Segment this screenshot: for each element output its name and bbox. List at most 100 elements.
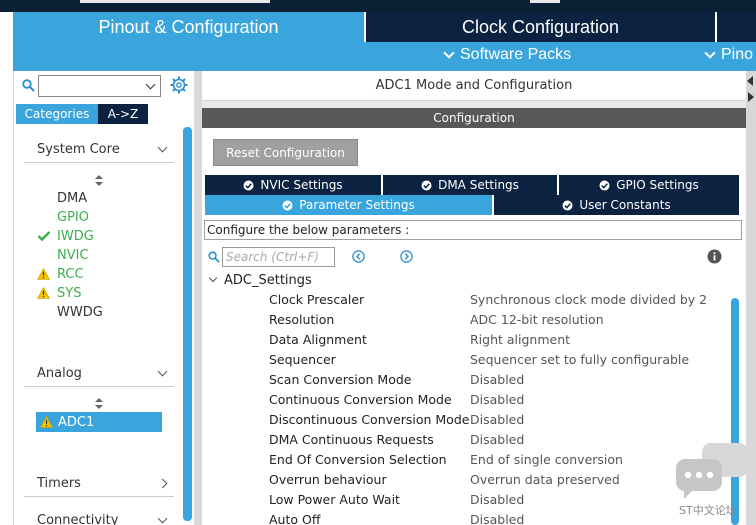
configuration-header: Configuration bbox=[202, 108, 746, 128]
parameter-row[interactable]: Auto Off Disabled bbox=[202, 510, 732, 525]
peripheral-label: IWDG bbox=[57, 228, 94, 244]
parameter-name: Overrun behaviour bbox=[269, 472, 387, 487]
parameter-value[interactable]: Disabled bbox=[470, 372, 524, 387]
chevron-down-icon bbox=[704, 46, 716, 59]
search-icon[interactable] bbox=[208, 251, 220, 263]
parameter-row[interactable]: Sequencer Sequencer set to fully configur… bbox=[202, 350, 732, 370]
warning-icon bbox=[39, 416, 54, 428]
tab-a-z[interactable]: A->Z bbox=[98, 104, 148, 124]
warning-icon bbox=[36, 267, 51, 281]
group-timers[interactable]: Timers bbox=[24, 471, 174, 497]
tab-pinout-configuration[interactable]: Pinout & Configuration bbox=[13, 12, 364, 42]
peripheral-item-rcc[interactable]: RCC bbox=[36, 265, 84, 283]
window-top-strip bbox=[0, 0, 756, 12]
parameter-value[interactable]: ADC 12-bit resolution bbox=[470, 312, 604, 327]
parameter-name: End Of Conversion Selection bbox=[269, 452, 447, 467]
parameter-row[interactable]: Continuous Conversion Mode Disabled bbox=[202, 390, 732, 410]
parameter-row[interactable]: Data Alignment Right alignment bbox=[202, 330, 732, 350]
search-icon[interactable] bbox=[22, 79, 35, 92]
parameter-row[interactable]: Resolution ADC 12-bit resolution bbox=[202, 310, 732, 330]
mode-configuration-panel: ADC1 Mode and Configuration Configuratio… bbox=[202, 71, 746, 525]
expand-right-icon[interactable] bbox=[748, 92, 754, 102]
parameter-value[interactable]: Disabled bbox=[470, 512, 524, 525]
group-system-core[interactable]: System Core bbox=[24, 137, 174, 163]
parameter-row[interactable]: Discontinuous Conversion Mode Disabled bbox=[202, 410, 732, 430]
check-circle-icon bbox=[421, 180, 432, 190]
check-circle-icon bbox=[599, 180, 610, 190]
pinout-menu[interactable]: Pino bbox=[704, 46, 753, 64]
parameter-row[interactable]: Scan Conversion Mode Disabled bbox=[202, 370, 732, 390]
configure-parameters-label: Configure the below parameters : bbox=[204, 220, 742, 240]
warning-icon bbox=[36, 286, 51, 300]
parameter-row[interactable]: Overrun behaviour Overrun data preserved bbox=[202, 470, 732, 490]
peripheral-label: SYS bbox=[57, 285, 82, 301]
tab-gpio-settings[interactable]: GPIO Settings bbox=[559, 175, 739, 195]
peripheral-item-nvic[interactable]: NVIC bbox=[36, 246, 89, 264]
parameter-value[interactable]: Sequencer set to fully configurable bbox=[470, 352, 689, 367]
collapse-left-icon[interactable] bbox=[747, 76, 753, 86]
parameter-name: Continuous Conversion Mode bbox=[269, 392, 452, 407]
next-result-icon[interactable] bbox=[400, 250, 413, 263]
status-placeholder bbox=[36, 210, 51, 224]
info-icon[interactable] bbox=[707, 249, 722, 264]
parameter-row[interactable]: End Of Conversion Selection End of single… bbox=[202, 450, 732, 470]
parameter-name: Scan Conversion Mode bbox=[269, 372, 412, 387]
reset-configuration-button[interactable]: Reset Configuration bbox=[213, 139, 358, 166]
category-tabs: Categories A->Z bbox=[16, 104, 148, 124]
tab-label: GPIO Settings bbox=[616, 178, 699, 192]
tab-clock-configuration[interactable]: Clock Configuration bbox=[366, 12, 715, 42]
tab-nvic-settings[interactable]: NVIC Settings bbox=[205, 175, 381, 195]
tab-label: NVIC Settings bbox=[260, 178, 343, 192]
peripheral-item-gpio[interactable]: GPIO bbox=[36, 208, 89, 226]
parameter-search-input[interactable]: Search (Ctrl+F) bbox=[222, 247, 335, 267]
parameter-value[interactable]: Disabled bbox=[470, 492, 524, 507]
parameter-row[interactable]: Low Power Auto Wait Disabled bbox=[202, 490, 732, 510]
peripheral-search-combo[interactable] bbox=[38, 75, 161, 97]
tab-categories[interactable]: Categories bbox=[16, 104, 98, 124]
peripheral-item-sys[interactable]: SYS bbox=[36, 284, 81, 302]
peripheral-label: DMA bbox=[57, 190, 88, 206]
chevron-down-icon bbox=[157, 513, 168, 524]
group-connectivity[interactable]: Connectivity bbox=[24, 508, 174, 525]
sort-icon[interactable] bbox=[95, 175, 103, 187]
peripheral-item-wwdg[interactable]: WWDG bbox=[36, 303, 103, 321]
peripheral-label: WWDG bbox=[57, 304, 103, 320]
parameter-name: Clock Prescaler bbox=[269, 292, 365, 307]
parameter-value[interactable]: Right alignment bbox=[470, 332, 570, 347]
peripheral-item-dma[interactable]: DMA bbox=[36, 189, 87, 207]
panel-splitter[interactable] bbox=[194, 71, 202, 525]
parameter-row[interactable]: Clock Prescaler Synchronous clock mode di… bbox=[202, 290, 732, 310]
peripheral-label: ADC1 bbox=[58, 414, 95, 430]
parameter-row[interactable]: DMA Continuous Requests Disabled bbox=[202, 430, 732, 450]
parameter-name: DMA Continuous Requests bbox=[269, 432, 434, 447]
parameter-value[interactable]: Disabled bbox=[470, 392, 524, 407]
parameter-value[interactable]: Disabled bbox=[470, 432, 524, 447]
software-packs-menu[interactable]: Software Packs bbox=[443, 46, 572, 64]
peripheral-item-adc1[interactable]: ADC1 bbox=[36, 412, 162, 432]
sort-icon[interactable] bbox=[95, 398, 103, 410]
group-analog[interactable]: Analog bbox=[24, 361, 174, 387]
adc-settings-section[interactable]: ADC_Settings bbox=[208, 270, 312, 290]
tab-parameter-settings[interactable]: Parameter Settings bbox=[205, 195, 492, 215]
software-packs-label: Software Packs bbox=[460, 46, 572, 63]
previous-result-icon[interactable] bbox=[352, 250, 365, 263]
parameter-value[interactable]: Overrun data preserved bbox=[470, 472, 620, 487]
top-strip-highlight bbox=[530, 0, 560, 3]
gear-icon[interactable] bbox=[170, 76, 188, 94]
parameter-value[interactable]: Disabled bbox=[470, 412, 524, 427]
parameter-value[interactable]: End of single conversion bbox=[470, 452, 623, 467]
left-scrollbar[interactable] bbox=[183, 127, 192, 521]
peripheral-label: GPIO bbox=[57, 209, 89, 225]
top-strip-highlight bbox=[80, 0, 270, 3]
parameter-name: Resolution bbox=[269, 312, 335, 327]
parameter-value[interactable]: Synchronous clock mode divided by 2 bbox=[470, 292, 707, 307]
sub-menu-bar: Software Packs Pino bbox=[13, 42, 756, 71]
tab-user-constants[interactable]: User Constants bbox=[494, 195, 739, 215]
tab-label: DMA Settings bbox=[438, 178, 519, 192]
chevron-down-icon bbox=[443, 46, 455, 59]
tab-dma-settings[interactable]: DMA Settings bbox=[383, 175, 557, 195]
tab-overflow[interactable] bbox=[717, 12, 756, 42]
parameter-name: Data Alignment bbox=[269, 332, 367, 347]
peripheral-item-iwdg[interactable]: IWDG bbox=[36, 227, 94, 245]
chevron-down-icon bbox=[208, 273, 218, 283]
